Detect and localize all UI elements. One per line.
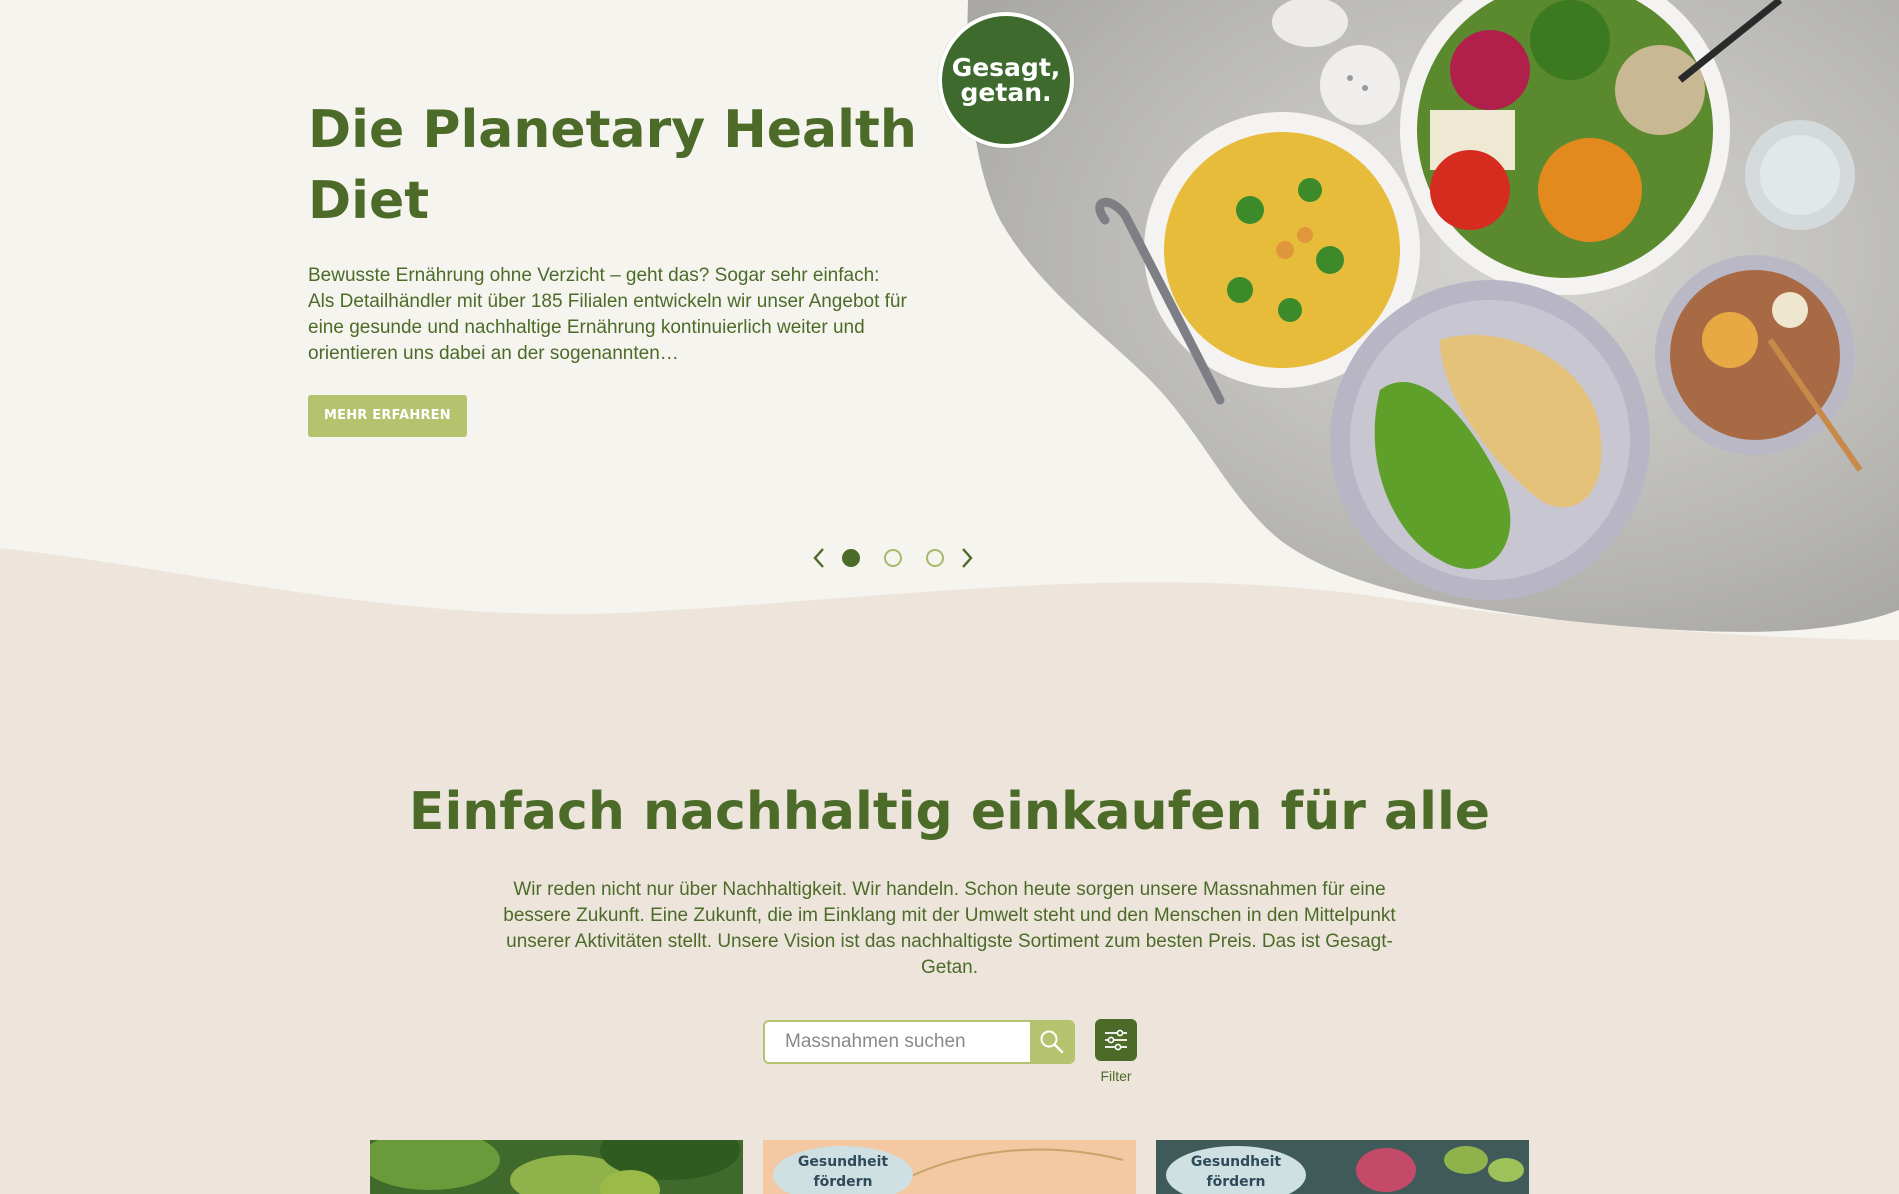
carousel-prev-button[interactable] [808,545,830,571]
card-image [370,1140,743,1194]
hero-content: Die Planetary Health Diet Bewusste Ernäh… [308,95,928,437]
filter-label: Filter [1100,1068,1132,1084]
hero-description: Bewusste Ernährung ohne Verzicht – geht … [308,265,907,364]
carousel-next-button[interactable] [956,545,978,571]
hero-section: Gesagt, getan. Die Planetary Health Diet… [0,0,1899,640]
section-description: Wir reden nicht nur über Nachhaltigkeit.… [503,879,1396,978]
measure-card[interactable] [370,1140,743,1194]
filter-button[interactable] [1095,1019,1137,1061]
badge-line1: Gesagt, [951,53,1061,82]
cards-grid: Gesundheit fördern Gesundheit fördern [370,1140,1530,1194]
carousel-dot[interactable] [884,549,902,567]
learn-more-button[interactable]: MEHR ERFAHREN [308,395,467,437]
carousel-dot[interactable] [842,549,860,567]
carousel-dot[interactable] [926,549,944,567]
search-button[interactable] [1030,1022,1073,1062]
search-icon [1040,1030,1063,1054]
hero-title: Die Planetary Health Diet [308,100,917,231]
sliders-icon [1105,1029,1127,1051]
filter-control: Filter [1094,1019,1138,1084]
search-input[interactable] [765,1022,1030,1062]
measure-card[interactable]: Gesundheit fördern [1156,1140,1529,1194]
gesagt-getan-badge: Gesagt, getan. [938,12,1074,148]
chevron-right-icon [962,548,973,568]
section-title: Einfach nachhaltig einkaufen für alle [408,782,1491,842]
carousel-controls [808,545,1008,571]
badge-line2: getan. [960,78,1052,107]
search-bar [763,1020,1075,1064]
chevron-left-icon [813,548,824,568]
measure-card[interactable]: Gesundheit fördern [763,1140,1136,1194]
